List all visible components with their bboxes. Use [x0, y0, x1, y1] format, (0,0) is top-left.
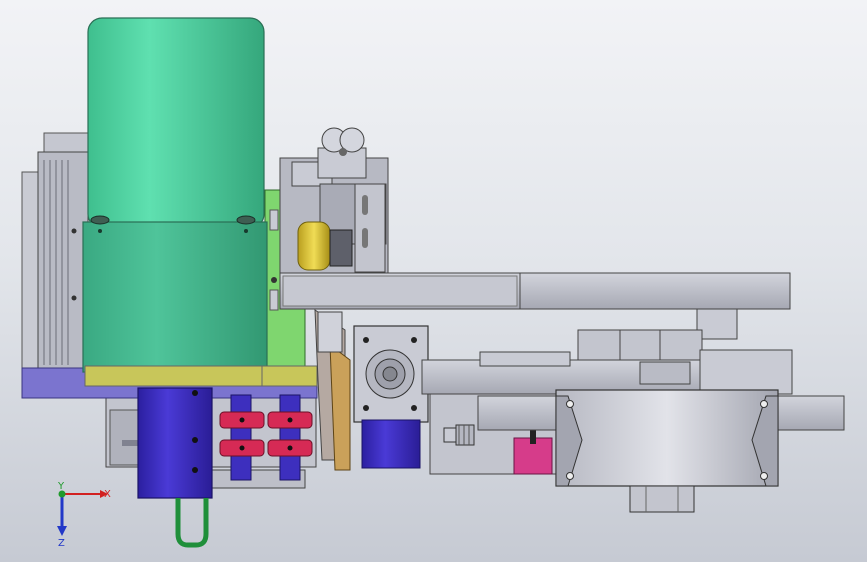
pulley-bracket[interactable] [279, 127, 389, 275]
air-hose [175, 498, 209, 548]
cad-viewport[interactable]: X Y Z [0, 0, 867, 562]
left-frame[interactable] [21, 132, 90, 373]
sensor-pin [530, 430, 536, 444]
fitting-nozzle[interactable] [443, 424, 475, 446]
x-axis-label: X [104, 489, 111, 500]
pneumatic-cylinder[interactable] [137, 387, 213, 548]
cutter-blades[interactable] [314, 309, 351, 471]
z-axis-label: Z [58, 538, 65, 549]
axis-triad: X Y Z [57, 481, 111, 549]
brass-roller [297, 221, 331, 271]
assembly-drawing: X Y Z [21, 17, 845, 549]
y-axis-label: Y [57, 481, 65, 492]
